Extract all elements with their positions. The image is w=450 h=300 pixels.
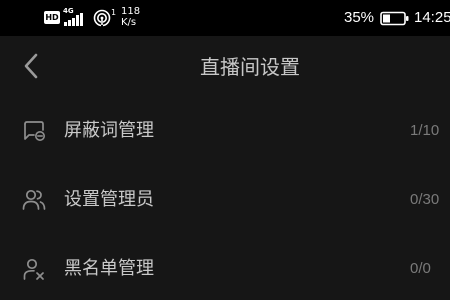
status-bar: HD 4G 1 118 K/s 35% 14:25 xyxy=(0,0,450,36)
users-icon xyxy=(22,189,46,210)
network-speed-unit: K/s xyxy=(121,17,137,28)
network-speed: 118 K/s xyxy=(121,6,140,28)
hotspot-icon xyxy=(93,9,111,27)
settings-row-label: 屏蔽词管理 xyxy=(64,120,154,141)
network-speed-value: 118 xyxy=(121,6,141,17)
settings-row-count: 0/30 xyxy=(410,191,440,208)
settings-row-label: 黑名单管理 xyxy=(64,258,154,279)
hd-badge: HD xyxy=(44,11,60,24)
settings-row-admins[interactable]: 设置管理员 0/30 xyxy=(0,167,450,236)
settings-row-count: 0/0 xyxy=(410,260,431,277)
battery-icon xyxy=(380,11,409,26)
settings-row-count: 1/10 xyxy=(410,122,440,139)
message-block-icon xyxy=(24,121,45,141)
hotspot-count: 1 xyxy=(111,8,117,17)
settings-row-blacklist[interactable]: 黑名单管理 0/0 xyxy=(0,236,450,300)
settings-row-label: 设置管理员 xyxy=(64,189,154,210)
clock: 14:25 xyxy=(414,9,450,26)
signal-strength-icon xyxy=(64,13,83,26)
settings-row-blocked-words[interactable]: 屏蔽词管理 1/10 xyxy=(0,98,450,167)
live-room-settings-screen: HD 4G 1 118 K/s 35% 14:25 直播间设置 屏蔽词管理 1/… xyxy=(0,0,450,300)
page-title: 直播间设置 xyxy=(200,55,300,79)
settings-list: 屏蔽词管理 1/10 设置管理员 0/30 黑名单管理 0/0 xyxy=(0,98,450,300)
battery-percent: 35% xyxy=(344,9,375,26)
user-blocked-icon xyxy=(23,258,44,280)
header-bar: 直播间设置 xyxy=(0,36,450,98)
